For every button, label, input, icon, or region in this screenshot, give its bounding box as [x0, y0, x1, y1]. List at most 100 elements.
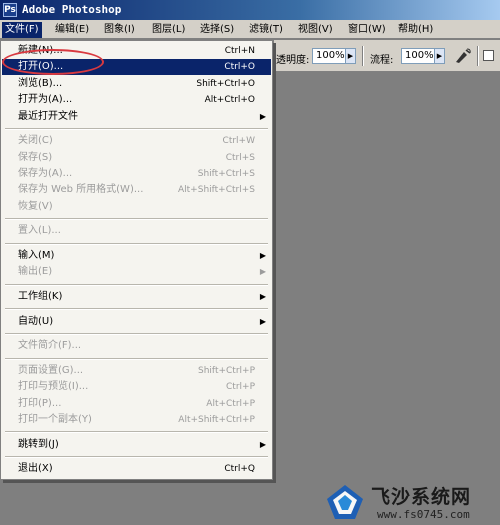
menu-item-label: 浏览(B)... [18, 77, 63, 89]
highlight-annotation [2, 49, 104, 75]
menu-item-label: 输出(E) [18, 266, 53, 278]
menu-item-label: 打印一个副本(Y) [18, 414, 92, 425]
menu-item-shortcut: Alt+Shift+Ctrl+S [178, 185, 255, 196]
menu-item: 页面设置(G)... Shift+Ctrl+P [2, 363, 271, 379]
menu-item-shortcut: Ctrl+W [222, 136, 255, 147]
checkbox-icon[interactable] [483, 50, 494, 61]
opacity-arrow-icon[interactable]: ▶ [345, 49, 355, 63]
flow-value: 100% [405, 50, 434, 61]
photoshop-app-icon[interactable]: Ps [3, 3, 17, 17]
submenu-arrow-icon: ▶ [259, 111, 266, 121]
submenu-arrow-icon: ▶ [259, 251, 266, 260]
menu-item[interactable]: 退出(X) Ctrl+Q [2, 461, 271, 477]
menu-item-shortcut: Shift+Ctrl+P [198, 365, 255, 376]
menu-view[interactable]: 视图(V) [295, 22, 336, 38]
menu-item-shortcut: Alt+Shift+Ctrl+P [178, 415, 255, 425]
menu-separator [5, 308, 268, 311]
menu-item-shortcut: Alt+Ctrl+O [204, 95, 255, 106]
menu-item: 打印(P)... Alt+Ctrl+P [2, 396, 271, 412]
menu-item-label: 保存为 Web 所用格式(W)... [18, 184, 144, 196]
menu-item: 打印一个副本(Y) Alt+Shift+Ctrl+P [2, 412, 271, 428]
menu-help[interactable]: 帮助(H) [395, 22, 436, 38]
menu-item-label: 自动(U) [18, 315, 54, 327]
menu-separator [5, 456, 268, 458]
menu-item[interactable]: 最近打开文件 ▶ [2, 109, 271, 125]
menu-item-label: 最近打开文件 [18, 110, 78, 122]
fs-logo-icon [327, 485, 363, 519]
menu-layer[interactable]: 图层(L) [149, 22, 188, 38]
menu-separator [5, 128, 268, 130]
menu-item: 置入(L)... [2, 223, 271, 239]
menu-separator [5, 218, 268, 221]
menu-item-shortcut: Ctrl+N [224, 46, 255, 56]
menu-item-label: 打印与预览(I)... [18, 381, 89, 393]
menu-item-label: 输入(M) [18, 250, 55, 261]
menu-item[interactable]: 工作组(K) ▶ [2, 289, 271, 305]
options-divider [477, 46, 479, 66]
menu-item-label: 关闭(C) [18, 135, 53, 147]
file-menu-dropdown: 新建(N)... Ctrl+N 打开(O)... Ctrl+O 浏览(B)... Shif… [0, 40, 273, 480]
menu-item-shortcut: Ctrl+Q [224, 464, 255, 475]
menu-item-label: 保存(S) [18, 151, 53, 163]
menu-item-label: 工作组(K) [18, 291, 63, 302]
opacity-value: 100% [316, 50, 345, 61]
submenu-arrow-icon: ▶ [259, 316, 266, 326]
menu-item-shortcut: Alt+Ctrl+P [206, 398, 255, 409]
menu-item: 保存为 Web 所用格式(W)... Alt+Shift+Ctrl+S [2, 182, 271, 198]
flow-arrow-icon[interactable]: ▶ [434, 49, 444, 63]
menu-separator [5, 242, 268, 245]
options-divider [362, 46, 364, 66]
menu-item-label: 退出(X) [18, 463, 53, 475]
menu-select[interactable]: 选择(S) [197, 22, 237, 38]
menu-item[interactable]: 自动(U) ▶ [2, 314, 271, 330]
window-title: Adobe Photoshop [22, 3, 122, 16]
submenu-arrow-icon: ▶ [259, 292, 266, 301]
flow-field[interactable]: 100% ▶ [401, 48, 445, 64]
menu-item-shortcut: Ctrl+S [225, 152, 255, 163]
watermark-name: 飞沙系统网 [371, 486, 472, 508]
menu-item[interactable]: 跳转到(J) ▶ [2, 437, 271, 453]
menu-item: 关闭(C) Ctrl+W [2, 133, 271, 149]
menu-item[interactable]: 打开为(A)... Alt+Ctrl+O [2, 92, 271, 108]
menu-item: 恢复(V) [2, 199, 271, 215]
opacity-label: 透明度: [276, 55, 310, 66]
watermark-url: www.fs0745.com [377, 508, 470, 521]
menu-item: 保存为(A)... Shift+Ctrl+S [2, 166, 271, 182]
menu-item-label: 打开为(A)... [18, 94, 73, 106]
menu-file[interactable]: 文件(F) [2, 22, 42, 38]
opacity-field[interactable]: 100% ▶ [312, 48, 356, 64]
menu-bar: 文件(F) 编辑(E) 图象(I) 图层(L) 选择(S) 滤镜(T) 视图(V… [0, 20, 500, 39]
tool-options-bar: 透明度: 100% ▶ 流程: 100% ▶ [274, 40, 500, 72]
submenu-arrow-icon: ▶ [259, 439, 266, 449]
menu-item-label: 页面设置(G)... [18, 364, 84, 376]
menu-separator [5, 283, 268, 286]
menu-image[interactable]: 图象(I) [101, 22, 138, 38]
menu-item-label: 跳转到(J) [18, 438, 59, 450]
menu-item-label: 保存为(A)... [18, 168, 73, 179]
menu-item-shortcut: Ctrl+O [224, 62, 255, 73]
menu-item-shortcut: Shift+Ctrl+S [197, 169, 255, 179]
menu-item[interactable]: 浏览(B)... Shift+Ctrl+O [2, 76, 271, 92]
menu-item-label: 置入(L)... [18, 225, 61, 237]
title-bar: Ps Adobe Photoshop [0, 0, 500, 20]
menu-item-label: 打印(P)... [18, 397, 62, 409]
watermark: 飞沙系统网 www.fs0745.com [325, 478, 500, 525]
menu-item: 文件简介(F)... [2, 338, 271, 354]
menu-item: 保存(S) Ctrl+S [2, 150, 271, 166]
menu-item-shortcut: Ctrl+P [226, 382, 255, 393]
flow-label: 流程: [370, 55, 394, 66]
menu-item[interactable]: 输入(M) ▶ [2, 248, 271, 264]
menu-item-label: 文件简介(F)... [18, 340, 82, 352]
menu-edit[interactable]: 编辑(E) [52, 22, 92, 38]
submenu-arrow-icon: ▶ [259, 267, 266, 277]
menu-filter[interactable]: 滤镜(T) [246, 22, 286, 38]
menu-window[interactable]: 窗口(W) [345, 22, 389, 38]
menu-separator [5, 357, 268, 360]
menu-separator [5, 431, 268, 434]
menu-item-label: 恢复(V) [18, 200, 53, 212]
menu-item: 打印与预览(I)... Ctrl+P [2, 379, 271, 395]
menu-item: 输出(E) ▶ [2, 264, 271, 280]
airbrush-icon[interactable] [454, 47, 472, 65]
menu-separator [5, 333, 268, 335]
menu-item-shortcut: Shift+Ctrl+O [196, 78, 255, 89]
